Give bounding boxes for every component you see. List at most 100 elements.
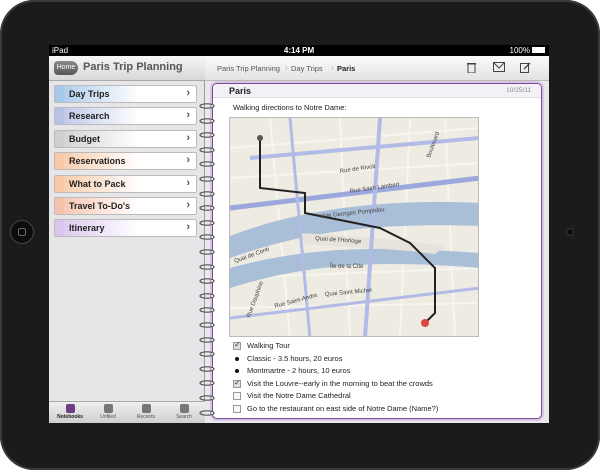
page-header: Paris 10/25/11: [213, 84, 541, 98]
section-tab[interactable]: Travel To-Do's ›: [54, 196, 197, 215]
binding-ring-icon: [199, 140, 215, 153]
section-label: Travel To-Do's: [69, 200, 130, 211]
checked-checkbox[interactable]: [233, 340, 241, 350]
chevron-right-icon: ›: [186, 198, 190, 211]
status-bar: iPad 4:14 PM 100%: [49, 45, 549, 56]
section-color-swatch: [55, 108, 64, 125]
section-tab[interactable]: Reservations ›: [54, 152, 197, 171]
section-list: Day Trips › Research › Budget › Reservations › W…: [54, 85, 197, 242]
section-color-swatch: [55, 175, 64, 192]
home-button[interactable]: [10, 220, 34, 244]
binding-ring-icon: [199, 373, 215, 387]
map-image: Rue de Rivoli Rue Saint Lambert Voie Geo…: [229, 117, 479, 337]
section-label: Research: [69, 111, 110, 122]
section-color-swatch: [55, 130, 64, 147]
screen: iPad 4:14 PM 100% Home Paris Trip Planni…: [49, 45, 549, 423]
chevron-right-icon: ›: [186, 154, 190, 167]
clock: 4:14 PM: [283, 46, 315, 55]
battery-status: 100%: [510, 45, 545, 56]
checklist-item: Visit the Notre Dame Cathedral: [233, 391, 533, 404]
email-icon[interactable]: [493, 62, 505, 75]
chevron-right-icon: ›: [186, 109, 190, 122]
notebook-header: Home Paris Trip Planning: [49, 56, 205, 81]
section-tab[interactable]: What to Pack ›: [54, 174, 197, 193]
checklist-text: Go to the restaurant on east side of Not…: [247, 403, 439, 413]
tab-unfiled[interactable]: Unfiled: [89, 404, 127, 420]
notebook-title: Paris Trip Planning: [83, 61, 183, 73]
chevron-right-icon: ›: [186, 221, 190, 234]
unchecked-checkbox[interactable]: [233, 404, 241, 413]
checklist-item: Walking Tour: [233, 340, 533, 354]
breadcrumb: Paris Trip Planning › Day Trips › Paris: [205, 56, 549, 81]
breadcrumb-separator-icon: ›: [331, 63, 334, 72]
section-color-swatch: [55, 220, 64, 237]
home-square-icon: [18, 228, 26, 236]
bullet-icon: [235, 356, 239, 361]
unfiled-icon: [103, 404, 113, 413]
section-tab[interactable]: Itinerary ›: [54, 219, 197, 238]
section-tab[interactable]: Budget ›: [54, 129, 197, 148]
binding-ring-icon: [199, 344, 215, 357]
binding-ring-icon: [199, 271, 215, 284]
binding-ring-icon: [199, 198, 215, 211]
checklist-text: Walking Tour: [247, 341, 290, 350]
binding-ring-icon: [199, 257, 215, 270]
breadcrumb-page: Paris: [337, 64, 356, 73]
battery-percent: 100%: [509, 46, 530, 55]
breadcrumb-section[interactable]: Day Trips: [291, 64, 323, 73]
notebook-pane: Home Paris Trip Planning Day Trips › Resea…: [49, 56, 205, 423]
binding-ring-icon: [199, 213, 215, 226]
bullet-item: Montmartre - 2 hours, 10 euros: [233, 366, 533, 379]
section-label: Itinerary: [69, 223, 105, 234]
clock-icon: [141, 404, 151, 413]
tab-label: Unfiled: [100, 414, 116, 420]
breadcrumb-separator-icon: ›: [285, 63, 288, 72]
notebook-icon: [65, 404, 75, 413]
unchecked-checkbox[interactable]: [233, 392, 241, 400]
binding-ring-icon: [199, 96, 215, 109]
breadcrumb-notebook[interactable]: Paris Trip Planning: [217, 64, 280, 73]
note-page: Paris 10/25/11 Walking directions to Not…: [212, 83, 542, 419]
section-tab[interactable]: Day Trips ›: [54, 85, 197, 103]
checklist: Walking Tour Classic - 3.5 hours, 20 euro…: [233, 340, 533, 417]
camera: [566, 228, 574, 236]
checklist-item: Go to the restaurant on east side of Not…: [233, 404, 533, 417]
chevron-right-icon: ›: [186, 87, 190, 99]
bullet-item: Classic - 3.5 hours, 20 euros: [233, 354, 533, 367]
edit-icon[interactable]: [520, 62, 531, 76]
checklist-text: Visit the Notre Dame Cathedral: [247, 391, 351, 400]
page-date: 10/25/11: [506, 87, 531, 94]
search-icon: [179, 404, 189, 413]
tab-search[interactable]: Search: [165, 404, 203, 420]
page-title: Paris: [229, 86, 252, 96]
section-label: What to Pack: [69, 178, 126, 189]
section-color-swatch: [55, 197, 64, 214]
section-color-swatch: [55, 86, 64, 102]
binding-ring-icon: [199, 330, 215, 343]
binding-ring-icon: [199, 169, 215, 182]
tab-label: Notebooks: [57, 414, 83, 420]
chevron-right-icon: ›: [186, 131, 190, 144]
checklist-text: Classic - 3.5 hours, 20 euros: [247, 353, 343, 363]
section-tab[interactable]: Research ›: [54, 107, 197, 126]
battery-icon: [532, 46, 545, 53]
binding-ring-icon: [199, 227, 215, 241]
trash-icon[interactable]: [467, 62, 476, 76]
tab-recents[interactable]: Recents: [127, 404, 165, 420]
binding-ring-icon: [199, 125, 215, 138]
section-label: Budget: [69, 133, 100, 144]
binding-ring-icon: [199, 403, 215, 416]
page-pane: Paris Trip Planning › Day Trips › Paris …: [199, 56, 549, 423]
binding-ring-icon: [199, 154, 215, 168]
checklist-text: Montmartre - 2 hours, 10 euros: [247, 366, 351, 375]
tab-label: Recents: [136, 414, 156, 420]
tab-notebooks[interactable]: Notebooks: [51, 404, 89, 420]
binding-ring-icon: [199, 300, 215, 314]
binding-ring-icon: [199, 388, 215, 401]
checklist-text: Visit the Louvre--early in the morning t…: [247, 378, 433, 388]
checked-checkbox[interactable]: [233, 378, 241, 388]
section-label: Day Trips: [69, 89, 110, 99]
section-color-swatch: [55, 153, 64, 170]
tab-label: Search: [176, 414, 192, 420]
home-back-button[interactable]: Home: [54, 61, 78, 75]
